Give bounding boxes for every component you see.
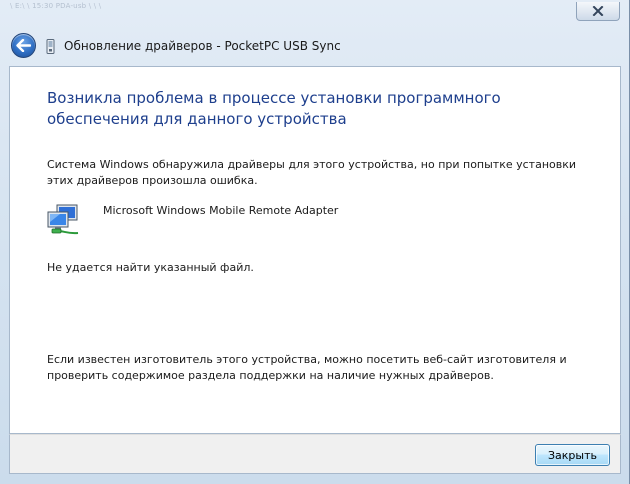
network-adapter-icon bbox=[47, 204, 79, 235]
dialog-window: \ E:\ \ 15:30 PDA-usb \ \ \ Обновление д… bbox=[0, 0, 630, 484]
window-close-button[interactable] bbox=[576, 2, 620, 21]
background-ghost-text: \ E:\ \ 15:30 PDA-usb \ \ \ bbox=[10, 2, 102, 10]
device-name: Microsoft Windows Mobile Remote Adapter bbox=[103, 204, 339, 217]
error-message: Не удается найти указанный файл. bbox=[47, 261, 254, 274]
error-headline: Возникла проблема в процессе установки п… bbox=[47, 89, 501, 128]
usb-device-icon bbox=[46, 39, 55, 54]
error-description: Система Windows обнаружила драйверы для … bbox=[47, 158, 577, 187]
advice-text: Если известен изготовитель этого устройс… bbox=[47, 353, 567, 382]
close-icon bbox=[592, 6, 604, 16]
dialog-footer: Закрыть bbox=[9, 434, 621, 474]
window-title: Обновление драйверов - PocketPC USB Sync bbox=[64, 39, 341, 53]
close-dialog-button[interactable]: Закрыть bbox=[535, 444, 610, 466]
dialog-header: Обновление драйверов - PocketPC USB Sync bbox=[0, 26, 630, 66]
back-button[interactable] bbox=[11, 33, 36, 58]
content-panel: Возникла проблема в процессе установки п… bbox=[9, 66, 621, 434]
back-arrow-icon bbox=[16, 39, 31, 52]
